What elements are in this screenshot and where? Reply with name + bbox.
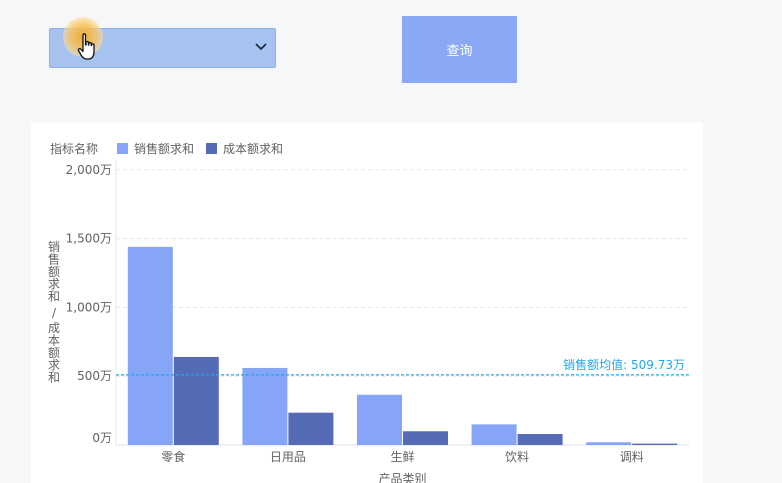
bar-cost bbox=[517, 433, 563, 445]
bar-sales bbox=[127, 246, 173, 445]
bar-sales bbox=[586, 442, 632, 445]
bar-chart: 0万 500万 1,000万 1,500万 2,000万零食 日用品 生鲜 饮料 调料 销售额均值… bbox=[48, 159, 689, 483]
bar-sales bbox=[357, 394, 402, 445]
y-tick-label: 0万 bbox=[92, 431, 112, 445]
x-tick-label: 零食 bbox=[161, 449, 185, 464]
y-tick-label: 2,000万 bbox=[66, 163, 112, 177]
bar-sales bbox=[471, 424, 517, 445]
bar-sales bbox=[242, 367, 288, 445]
chart-panel: 指标名称 销售额求和 成本额求和 0万 500万 1,000万 1,500万 2,000… bbox=[31, 123, 703, 483]
x-tick-label: 日用品 bbox=[270, 450, 306, 464]
y-tick-label: 1,500万 bbox=[66, 232, 112, 246]
y-tick-label: 1,000万 bbox=[66, 300, 112, 314]
x-tick-label: 生鲜 bbox=[390, 450, 414, 464]
average-line-label: 销售额均值: 509.73万 bbox=[563, 357, 685, 372]
x-tick-label: 调料 bbox=[620, 450, 644, 464]
query-button[interactable]: 查询 bbox=[402, 16, 517, 83]
y-axis-title: 销售额求和/成本额求和 bbox=[48, 240, 60, 385]
hand-pointer-icon bbox=[77, 33, 95, 60]
x-tick-label: 饮料 bbox=[505, 450, 529, 464]
bar-cost bbox=[403, 431, 448, 445]
chevron-down-icon[interactable] bbox=[253, 39, 269, 55]
bar-cost bbox=[288, 412, 334, 445]
bar-cost bbox=[173, 356, 219, 445]
y-tick-label: 500万 bbox=[77, 369, 112, 383]
bar-cost bbox=[632, 443, 678, 445]
